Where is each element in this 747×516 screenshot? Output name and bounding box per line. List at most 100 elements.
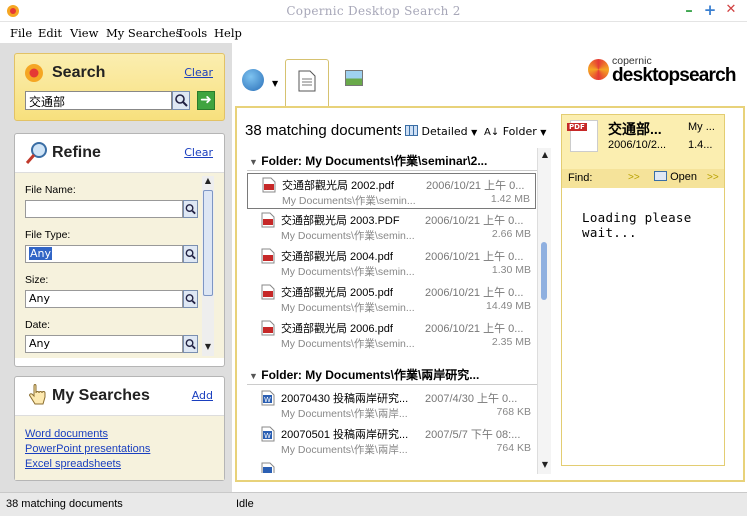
pdf-icon xyxy=(261,284,275,300)
result-filename: 交通部觀光局 2005.pdf xyxy=(281,287,393,299)
logo-line2: desktopsearch xyxy=(612,65,737,86)
result-size: 2.66 MB xyxy=(491,228,531,240)
result-date: 2006/10/21 上午 0... xyxy=(425,323,524,335)
folder-group-header[interactable]: ▼ Folder: My Documents\作業\seminar\2... xyxy=(249,152,537,169)
result-filename: 交通部觀光局 2003.PDF xyxy=(281,215,400,227)
group-by-dropdown[interactable]: A↓ Folder ▼ xyxy=(484,125,546,138)
result-path: My Documents\作業\兩岸... xyxy=(281,444,408,456)
result-row[interactable]: 交通部觀光局 2006.pdf 2006/10/21 上午 0... My Do… xyxy=(247,317,536,353)
close-button[interactable]: ✕ xyxy=(723,2,739,18)
result-row[interactable]: W 20070430 投稿兩岸研究... 2007/4/30 上午 0... M… xyxy=(247,387,536,423)
filename-field[interactable] xyxy=(25,200,183,218)
my-searches-list: Word documents PowerPoint presentations … xyxy=(15,415,224,480)
minimize-button[interactable]: – xyxy=(681,2,697,18)
menu-view[interactable]: View xyxy=(70,26,98,40)
open-folder-icon xyxy=(654,171,667,181)
filetype-label: File Type: xyxy=(25,229,71,241)
refine-scrollbar[interactable]: ▲ ▼ xyxy=(202,176,214,356)
menu-tools[interactable]: Tools xyxy=(177,26,207,40)
refine-clear-link[interactable]: Clear xyxy=(184,146,213,159)
date-label: Date: xyxy=(25,319,51,331)
open-label: Open xyxy=(670,171,697,183)
chevron-down-icon: ▼ xyxy=(540,128,547,137)
date-search-button[interactable] xyxy=(183,335,198,353)
window-title: Copernic Desktop Search 2 xyxy=(286,4,461,18)
tab-images-picture-icon[interactable] xyxy=(345,70,363,86)
find-next-icon[interactable]: >> xyxy=(628,172,640,183)
magnifier-icon xyxy=(185,249,196,260)
result-size: 14.49 MB xyxy=(486,300,531,312)
web-category-dropdown-icon[interactable]: ▼ xyxy=(272,79,278,88)
size-search-button[interactable] xyxy=(183,290,198,308)
collapse-triangle-icon: ▼ xyxy=(249,371,258,381)
filetype-search-button[interactable] xyxy=(183,245,198,263)
status-count: 38 matching documents xyxy=(6,498,123,510)
results-scrollbar[interactable]: ▲ ▼ xyxy=(537,148,551,474)
result-size: 1.42 MB xyxy=(490,193,530,205)
result-row[interactable]: 交通部觀光局 2002.pdf 2006/10/21 上午 0... My Do… xyxy=(247,173,536,209)
result-row[interactable]: 交通部觀光局 2005.pdf 2006/10/21 上午 0... My Do… xyxy=(247,281,536,317)
result-row[interactable]: W 20070501 投稿兩岸研究... 2007/5/7 下午 08:... … xyxy=(247,423,536,459)
results-scroll-thumb[interactable] xyxy=(541,242,547,300)
view-mode-dropdown[interactable]: Detailed ▼ xyxy=(405,125,477,138)
result-filename: 交通部觀光局 2006.pdf xyxy=(281,323,393,335)
result-row-partial[interactable] xyxy=(247,459,536,473)
result-date: 2006/10/21 上午 0... xyxy=(425,287,524,299)
preview-header: PDF 交通部... 2006/10/2... My ... 1.4... xyxy=(562,115,724,169)
result-filename: 交通部觀光局 2002.pdf xyxy=(282,180,394,192)
menu-bar: File Edit View My Searches Tools Help xyxy=(0,22,747,43)
result-date: 2007/5/7 下午 08:... xyxy=(425,429,521,441)
result-size: 768 KB xyxy=(496,406,531,418)
scroll-up-arrow-icon[interactable]: ▲ xyxy=(203,176,213,186)
status-bar: 38 matching documents Idle xyxy=(0,492,747,516)
group-divider xyxy=(247,384,537,385)
search-panel-title: Search xyxy=(52,64,106,81)
result-path: My Documents\作業\semin... xyxy=(282,195,416,207)
my-searches-add-link[interactable]: Add xyxy=(192,389,213,402)
menu-help[interactable]: Help xyxy=(214,26,242,40)
menu-my-searches[interactable]: My Searches xyxy=(106,26,182,40)
result-size: 2.35 MB xyxy=(491,336,531,348)
search-input[interactable]: 交通部 xyxy=(25,91,172,110)
sort-az-icon: A↓ xyxy=(484,127,500,138)
magnifier-icon xyxy=(185,204,196,215)
maximize-button[interactable]: + xyxy=(702,2,718,18)
result-row[interactable]: 交通部觀光局 2003.PDF 2006/10/21 上午 0... My Do… xyxy=(247,209,536,245)
magnifier-icon xyxy=(175,94,188,107)
result-path: My Documents\作業\semin... xyxy=(281,302,415,314)
tab-documents[interactable] xyxy=(285,59,329,108)
search-options-button[interactable] xyxy=(172,91,190,110)
pdf-icon xyxy=(262,177,276,193)
refine-scroll-thumb[interactable] xyxy=(203,190,213,296)
preview-find-bar: Find: >> Open >> xyxy=(562,169,724,188)
refine-panel: Refine Clear File Name: File Type: Any S… xyxy=(14,133,225,367)
result-size: 764 KB xyxy=(496,442,531,454)
scroll-up-arrow-icon[interactable]: ▲ xyxy=(540,150,550,160)
web-search-globe-icon[interactable] xyxy=(242,69,264,91)
saved-search-excel[interactable]: Excel spreadsheets xyxy=(25,458,121,470)
result-filename: 交通部觀光局 2004.pdf xyxy=(281,251,393,263)
size-label: Size: xyxy=(25,274,49,286)
filetype-field[interactable]: Any xyxy=(25,245,183,263)
saved-search-word[interactable]: Word documents xyxy=(25,428,108,440)
search-go-button[interactable]: ➜ xyxy=(197,91,215,110)
pdf-icon: PDF xyxy=(567,120,598,152)
date-field[interactable]: Any xyxy=(25,335,183,353)
result-row[interactable]: 交通部觀光局 2004.pdf 2006/10/21 上午 0... My Do… xyxy=(247,245,536,281)
open-button[interactable]: Open xyxy=(654,171,697,183)
more-options-icon[interactable]: >> xyxy=(707,172,719,183)
filename-search-button[interactable] xyxy=(183,200,198,218)
size-field[interactable]: Any xyxy=(25,290,183,308)
filetype-value: Any xyxy=(29,247,53,260)
word-doc-icon: W xyxy=(261,390,275,406)
scroll-down-arrow-icon[interactable]: ▼ xyxy=(203,342,213,352)
result-size: 1.30 MB xyxy=(491,264,531,276)
menu-file[interactable]: File xyxy=(10,26,32,40)
folder-group-header[interactable]: ▼ Folder: My Documents\作業\兩岸研究... xyxy=(249,366,537,383)
scroll-down-arrow-icon[interactable]: ▼ xyxy=(540,460,550,470)
search-clear-link[interactable]: Clear xyxy=(184,66,213,79)
menu-edit[interactable]: Edit xyxy=(38,26,62,40)
main-area: ▼ copernic desktopsearch 38 matching doc… xyxy=(232,43,747,492)
saved-search-powerpoint[interactable]: PowerPoint presentations xyxy=(25,443,150,455)
results-count-header: 38 matching documents xyxy=(245,122,401,139)
